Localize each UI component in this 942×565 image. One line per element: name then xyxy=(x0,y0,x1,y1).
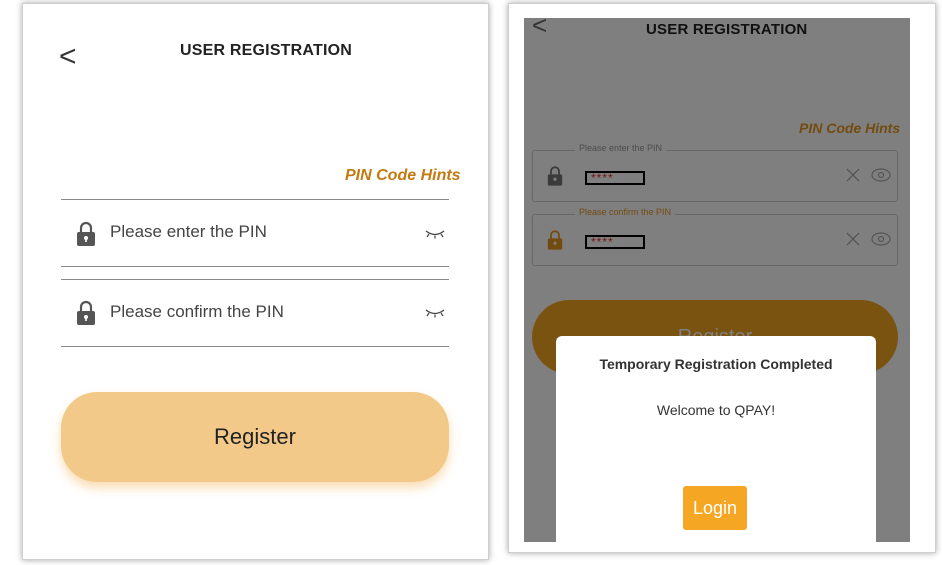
divider xyxy=(61,266,449,267)
confirm-pin-input-placeholder: Please confirm the PIN xyxy=(110,302,284,321)
dialog-title: Temporary Registration Completed xyxy=(599,356,833,372)
eye-closed-icon[interactable] xyxy=(425,308,445,318)
app-screen: < USER REGISTRATION PIN Code Hints Pleas… xyxy=(524,18,910,542)
registration-complete-dialog: Temporary Registration Completed Welcome… xyxy=(556,336,876,542)
dialog-message: Welcome to QPAY! xyxy=(656,402,776,418)
pin-code-hints-link[interactable]: PIN Code Hints xyxy=(345,167,461,185)
eye-closed-icon[interactable] xyxy=(425,229,445,239)
divider xyxy=(61,279,449,280)
lock-icon xyxy=(77,221,95,246)
registration-screen-form: < USER REGISTRATION PIN Code Hints Pleas… xyxy=(22,3,489,560)
page-title: USER REGISTRATION xyxy=(180,42,353,59)
pin-input-placeholder: Please enter the PIN xyxy=(110,222,267,241)
login-button[interactable]: Login xyxy=(683,486,747,530)
lock-icon xyxy=(77,300,95,325)
back-icon[interactable]: < xyxy=(59,42,77,72)
divider xyxy=(61,199,449,200)
registration-screen-completed: < USER REGISTRATION PIN Code Hints Pleas… xyxy=(508,3,936,553)
register-button[interactable]: Register xyxy=(61,392,449,482)
divider xyxy=(61,346,449,347)
